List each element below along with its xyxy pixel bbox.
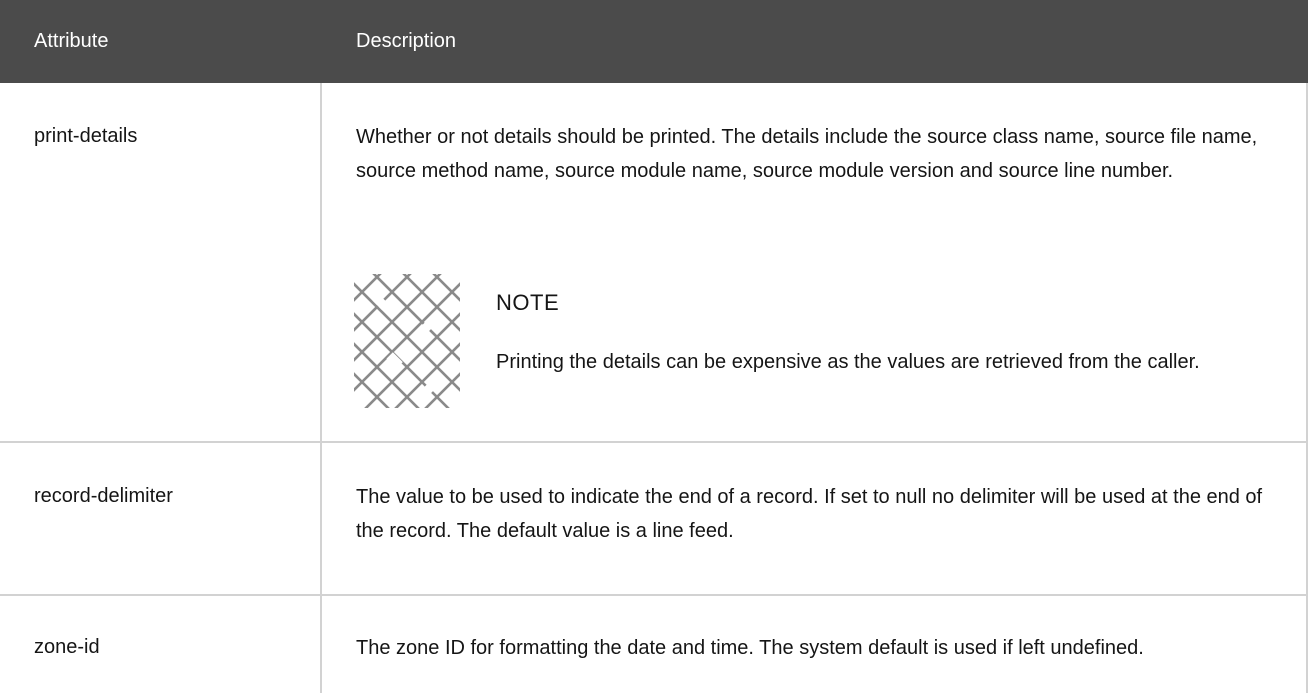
note-title: NOTE xyxy=(496,290,560,315)
header-attribute: Attribute xyxy=(34,30,109,52)
attribute-table: Attribute Description print-details Whet… xyxy=(0,0,1308,693)
attribute-record-delimiter: record-delimiter xyxy=(34,485,173,507)
header-description: Description xyxy=(356,30,457,52)
description-record-delimiter: The value to be used to indicate the end… xyxy=(356,486,1263,542)
table-header: Attribute Description xyxy=(0,0,1308,83)
attribute-zone-id: zone-id xyxy=(34,636,100,658)
description-print-details: Whether or not details should be printed… xyxy=(356,126,1258,182)
column-divider xyxy=(320,83,322,693)
note-icon xyxy=(354,274,460,408)
row-divider xyxy=(0,594,1308,596)
attribute-print-details: print-details xyxy=(34,125,138,147)
row-divider xyxy=(0,441,1308,443)
description-zone-id: The zone ID for formatting the date and … xyxy=(356,637,1144,659)
note-text: Printing the details can be expensive as… xyxy=(496,351,1200,373)
